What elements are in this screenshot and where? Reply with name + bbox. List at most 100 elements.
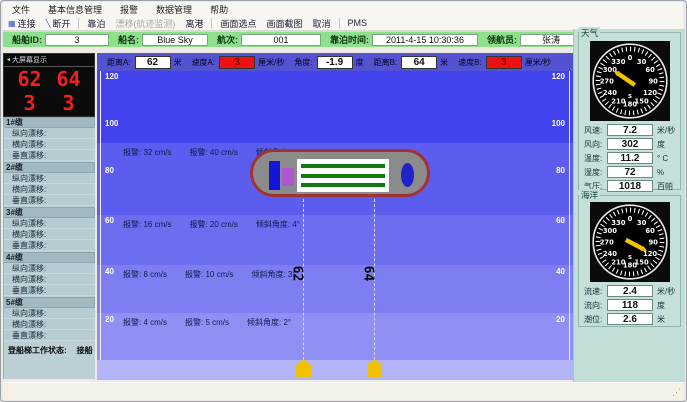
gauge-tick-label: 120 [643, 89, 657, 97]
ship-deckhouse-block [282, 168, 294, 186]
temperature-value: 11.2 [607, 152, 653, 164]
list-item[interactable]: 纵向漂移: [4, 263, 95, 274]
speed-b-unit: 厘米/秒 [525, 57, 551, 68]
gauge-tick-label: 330 [611, 58, 625, 66]
cable-group-header[interactable]: 3#缆 [4, 207, 95, 218]
axis-label: 80 [556, 166, 565, 175]
display-panel-header[interactable]: ◄ 大屏幕显示 [4, 54, 94, 67]
resize-grip[interactable]: ⋰ [672, 387, 681, 398]
list-item[interactable]: 横向漂移: [4, 229, 95, 240]
cable-group-header[interactable]: 1#缆 [4, 117, 95, 128]
speed-a-readout: 3 [23, 91, 35, 115]
gauge-tick-label: 240 [603, 250, 617, 258]
disconnect-button[interactable]: ╲断开 [41, 17, 76, 30]
chart-band [97, 71, 573, 143]
voyage-field[interactable]: 001 [241, 34, 321, 46]
list-item[interactable]: 垂直漂移: [4, 285, 95, 296]
humidity-unit: % [653, 168, 664, 177]
gauge-tick-label: 330 [611, 219, 625, 227]
weather-groupbox: 0 30 60 90 120 150 180 210 240 270 300 3… [578, 32, 681, 190]
gauge-tick-label: 0 [628, 215, 633, 223]
distance-readout-row: 62 64 [4, 67, 94, 91]
gauge-tick-label: 270 [600, 238, 614, 246]
list-item[interactable]: 纵向漂移: [4, 128, 95, 139]
list-item[interactable]: 纵向漂移: [4, 218, 95, 229]
list-item[interactable]: 横向漂移: [4, 274, 95, 285]
gauge-tick-label: 90 [648, 238, 658, 246]
distance-b-label: 距离B: [374, 57, 398, 68]
ship-name-field[interactable]: Blue Sky [142, 34, 208, 46]
list-item[interactable]: 垂直漂移: [4, 150, 95, 161]
toolbar-separator [339, 18, 340, 29]
list-item[interactable]: 横向漂移: [4, 139, 95, 150]
menu-data[interactable]: 数据管理 [147, 3, 201, 16]
berth-button[interactable]: 靠泊 [82, 17, 110, 30]
temperature-label: 温度: [579, 153, 607, 164]
angle-unit: 度 [356, 57, 364, 68]
distance-a-label: 距离A: [107, 57, 131, 68]
dock-band [97, 360, 573, 380]
speed-a-label: 速度A: [192, 57, 216, 68]
list-item[interactable]: 垂直漂移: [4, 195, 95, 206]
cable-group-5: 5#缆 纵向漂移: 横向漂移: 垂直漂移: [4, 297, 95, 342]
current-direction-value: 118 [607, 299, 653, 311]
axis-label: 120 [105, 72, 118, 81]
display-panel-title: 大屏幕显示 [12, 55, 47, 65]
pick-point-button[interactable]: 画面选点 [215, 17, 261, 30]
toolbar-separator [78, 18, 79, 29]
pressure-value: 1018 [607, 180, 653, 192]
wind-speed-label: 风速: [579, 125, 607, 136]
menu-basic-info[interactable]: 基本信息管理 [39, 3, 111, 16]
pilot-label: 领航员: [487, 33, 517, 46]
gauge-tick-label: 270 [600, 77, 614, 85]
status-bar: ⋰ [3, 382, 683, 400]
list-item[interactable]: 垂直漂移: [4, 240, 95, 251]
current-direction-unit: 度 [653, 300, 665, 311]
alarm-speed-a: 报警: 4 cm/s [123, 317, 167, 328]
temperature-unit: ° C [653, 154, 668, 163]
left-axis-line [100, 71, 101, 360]
cable-group-header[interactable]: 5#缆 [4, 297, 95, 308]
distance-b-unit: 米 [440, 57, 448, 68]
distance-a-unit: 米 [174, 57, 182, 68]
alarm-threshold-row: 报警: 4 cm/s 报警: 5 cm/s 倾斜角度: 2° [123, 317, 291, 328]
alarm-threshold-row: 报警: 8 cm/s 报警: 10 cm/s 倾斜角度: 3° [123, 269, 296, 280]
berthing-chart: 120 100 80 60 40 20 120 100 80 60 40 20 … [97, 71, 573, 380]
pressure-unit: 百帕 [653, 181, 673, 192]
connect-button[interactable]: ▦连接 [3, 17, 41, 30]
axis-label: 100 [105, 119, 118, 128]
gauge-tick-label: 30 [637, 58, 647, 66]
drift-monitor-button: 漂移(航迹监测) [110, 17, 180, 30]
screenshot-button[interactable]: 画面截图 [261, 17, 307, 30]
list-item[interactable]: 横向漂移: [4, 184, 95, 195]
cable-group-header[interactable]: 2#缆 [4, 162, 95, 173]
list-item[interactable]: 纵向漂移: [4, 308, 95, 319]
depart-button[interactable]: 离港 [180, 17, 208, 30]
weather-row: 风向:302度 [579, 137, 680, 151]
alarm-speed-b: 报警: 5 cm/s [185, 317, 229, 328]
menu-file[interactable]: 文件 [3, 3, 39, 16]
alarm-speed-b: 报警: 20 cm/s [189, 219, 237, 230]
axis-label: 40 [556, 267, 565, 276]
current-speed-unit: 米/秒 [653, 286, 675, 297]
measure-line-a [303, 199, 304, 365]
pms-button[interactable]: PMS [343, 18, 373, 28]
gauge-tick-label: 30 [637, 219, 647, 227]
list-item[interactable]: 横向漂移: [4, 319, 95, 330]
current-speed-label: 流速: [579, 286, 607, 297]
list-item[interactable]: 纵向漂移: [4, 173, 95, 184]
voyage-label: 航次: [217, 33, 238, 46]
gangway-status-value: 接船 [77, 346, 93, 355]
berth-time-field[interactable]: 2011-4-15 10:30:36 [372, 34, 478, 46]
ship-id-field[interactable]: 3 [45, 34, 109, 46]
menu-help[interactable]: 帮助 [201, 3, 237, 16]
cargo-stripe [301, 183, 385, 187]
list-item[interactable]: 垂直漂移: [4, 330, 95, 341]
alarm-angle: 倾斜角度: 4° [256, 219, 300, 230]
ocean-groupbox: 0 30 60 90 120 150 180 210 240 270 300 3… [578, 195, 681, 327]
menu-alarm[interactable]: 报警 [111, 3, 147, 16]
speed-a-unit: 厘米/秒 [258, 57, 284, 68]
cancel-button[interactable]: 取消 [307, 17, 335, 30]
ocean-group-title: 海洋 [579, 189, 600, 201]
cable-group-header[interactable]: 4#缆 [4, 252, 95, 263]
